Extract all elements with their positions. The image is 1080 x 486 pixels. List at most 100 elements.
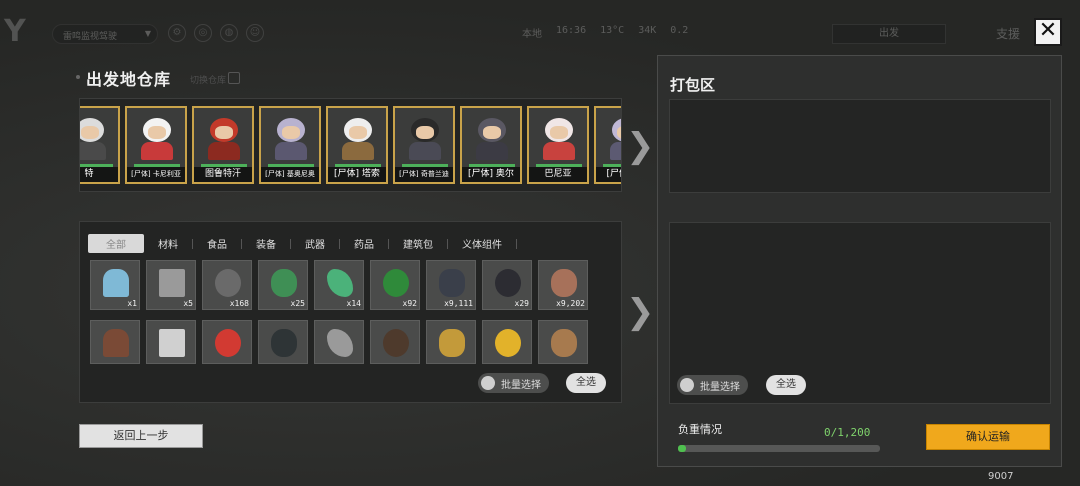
pack-character-slot[interactable] <box>669 99 1051 193</box>
inventory-item[interactable] <box>482 320 532 364</box>
load-value: 0/1,200 <box>824 426 871 439</box>
category-tab[interactable]: 全部 <box>88 234 144 253</box>
status-rate: 0.2 <box>670 25 689 36</box>
character-face <box>550 126 568 139</box>
character-strip: 特 [尸体] 卡尼利亚 图鲁特汗 [尸体] 基奥尼奥 [尸体] 塔索 [尸体] 奇普兰迪 [… <box>80 106 621 184</box>
item-quantity: x5 <box>183 299 193 308</box>
category-tab[interactable]: 材料 <box>144 236 192 251</box>
refresh-icon[interactable] <box>228 72 240 84</box>
inventory-item[interactable]: x92 <box>370 260 420 310</box>
inventory-item[interactable]: x5 <box>146 260 196 310</box>
character-card[interactable]: [尸体] 巴 <box>594 106 621 184</box>
inventory-item[interactable]: x1 <box>90 260 140 310</box>
phone-device-icon <box>103 269 129 297</box>
mode-select-label: 雷鸣监视驾驶 <box>63 32 118 42</box>
inventory-item[interactable]: x29 <box>482 260 532 310</box>
character-face <box>215 126 233 139</box>
settings-icon[interactable]: ⚙ <box>168 24 186 42</box>
character-card[interactable]: 巴尼亚 <box>527 106 589 184</box>
inventory-item[interactable] <box>90 320 140 364</box>
inventory-item[interactable] <box>370 320 420 364</box>
globe-icon[interactable]: ◍ <box>220 24 238 42</box>
item-quantity: x25 <box>290 299 305 308</box>
item-quantity: x92 <box>402 299 417 308</box>
character-body <box>208 142 240 160</box>
top-icon-group: ⚙ ◎ ◍ ☺ <box>168 24 264 42</box>
inventory-item[interactable]: x14 <box>314 260 364 310</box>
inventory-item[interactable]: x25 <box>258 260 308 310</box>
green-ore-icon <box>271 269 297 297</box>
close-icon: ✕ <box>1038 18 1058 43</box>
category-tab[interactable]: 药品 <box>340 236 388 251</box>
wood-plank-icon <box>551 329 577 357</box>
chevron-right-icon[interactable]: ❯ <box>626 292 655 332</box>
gold-crystal-icon <box>439 329 465 357</box>
character-body <box>141 142 173 160</box>
mossy-rock-icon <box>383 329 409 357</box>
close-button[interactable]: ✕ <box>1034 18 1062 46</box>
pack-panel: 打包区 批量选择 全选 负重情况 0/1,200 确认运输 <box>657 55 1062 467</box>
inventory-item[interactable] <box>426 320 476 364</box>
character-name: [尸体] 基奥尼奥 <box>261 167 319 182</box>
character-face <box>81 126 99 139</box>
dark-rock-icon <box>271 329 297 357</box>
iron-ore-icon <box>103 329 129 357</box>
item-quantity: x14 <box>346 299 361 308</box>
face-icon[interactable]: ☺ <box>246 24 264 42</box>
inventory-item[interactable]: x9,202 <box>538 260 588 310</box>
target-icon[interactable]: ◎ <box>194 24 212 42</box>
character-name: [尸体] 奇普兰迪 <box>395 167 453 182</box>
pack-item-slot[interactable]: 批量选择 全选 <box>669 222 1051 404</box>
stone-pile-icon <box>215 269 241 297</box>
inventory-item[interactable] <box>202 320 252 364</box>
support-label[interactable]: 支援 <box>996 25 1020 42</box>
back-button[interactable]: 返回上一步 <box>79 424 203 448</box>
character-card[interactable]: [尸体] 卡尼利亚 <box>125 106 187 184</box>
character-body <box>275 142 307 160</box>
inventory-item[interactable] <box>538 320 588 364</box>
character-card[interactable]: 图鲁特汗 <box>192 106 254 184</box>
confirm-transport-button[interactable]: 确认运输 <box>926 424 1050 450</box>
chevron-down-icon: ▼ <box>144 29 151 38</box>
character-card[interactable]: [尸体] 奇普兰迪 <box>393 106 455 184</box>
inventory-item[interactable]: x168 <box>202 260 252 310</box>
category-tab[interactable]: 食品 <box>193 236 241 251</box>
category-tab[interactable]: 建筑包 <box>389 236 447 251</box>
select-all-button[interactable]: 全选 <box>566 373 606 393</box>
status-time: 16:36 <box>556 25 587 36</box>
character-card[interactable]: [尸体] 基奥尼奥 <box>259 106 321 184</box>
character-card[interactable]: [尸体] 塔索 <box>326 106 388 184</box>
inventory-item[interactable] <box>258 320 308 364</box>
character-card[interactable]: [尸体] 奥尔 <box>460 106 522 184</box>
depart-bar[interactable]: 出发 <box>832 24 946 44</box>
switch-warehouse-label[interactable]: 切换仓库 <box>190 73 226 86</box>
batch-select-toggle[interactable]: 批量选择 <box>478 373 549 393</box>
category-tab[interactable]: 义体组件 <box>448 236 516 251</box>
inventory-item[interactable] <box>314 320 364 364</box>
status-temperature: 13°C <box>600 25 625 36</box>
character-name: 图鲁特汗 <box>194 167 252 182</box>
inventory-item[interactable]: x9,111 <box>426 260 476 310</box>
character-face <box>483 126 501 139</box>
crystal-icon <box>327 269 353 297</box>
status-readout: 本地 16:36 13°C 34K 0.2 <box>522 25 688 40</box>
mode-select[interactable]: 雷鸣监视驾驶 ▼ <box>52 24 158 44</box>
category-tab[interactable]: 装备 <box>242 236 290 251</box>
pack-batch-select-label: 批量选择 <box>700 381 740 393</box>
pack-batch-select-toggle[interactable]: 批量选择 <box>677 375 748 395</box>
fuel-can-icon <box>215 329 241 357</box>
category-tab[interactable]: 武器 <box>291 236 339 251</box>
gold-bar-icon <box>495 329 521 357</box>
character-name: [尸体] 卡尼利亚 <box>127 167 185 182</box>
category-tabs: 全部 材料 食品 装备 武器 药品 建筑包 义体组件 <box>88 234 517 253</box>
character-card[interactable]: 特 <box>80 106 120 184</box>
character-name: [尸体] 奥尔 <box>462 167 520 182</box>
toggle-knob <box>481 376 495 390</box>
character-list: 特 [尸体] 卡尼利亚 图鲁特汗 [尸体] 基奥尼奥 [尸体] 塔索 [尸体] 奇普兰迪 [… <box>79 98 622 192</box>
chevron-right-icon[interactable]: ❯ <box>626 126 655 166</box>
black-ore-icon <box>495 269 521 297</box>
tab-separator <box>516 238 517 249</box>
pipe-icon <box>159 329 185 357</box>
inventory-item[interactable] <box>146 320 196 364</box>
pack-select-all-button[interactable]: 全选 <box>766 375 806 395</box>
